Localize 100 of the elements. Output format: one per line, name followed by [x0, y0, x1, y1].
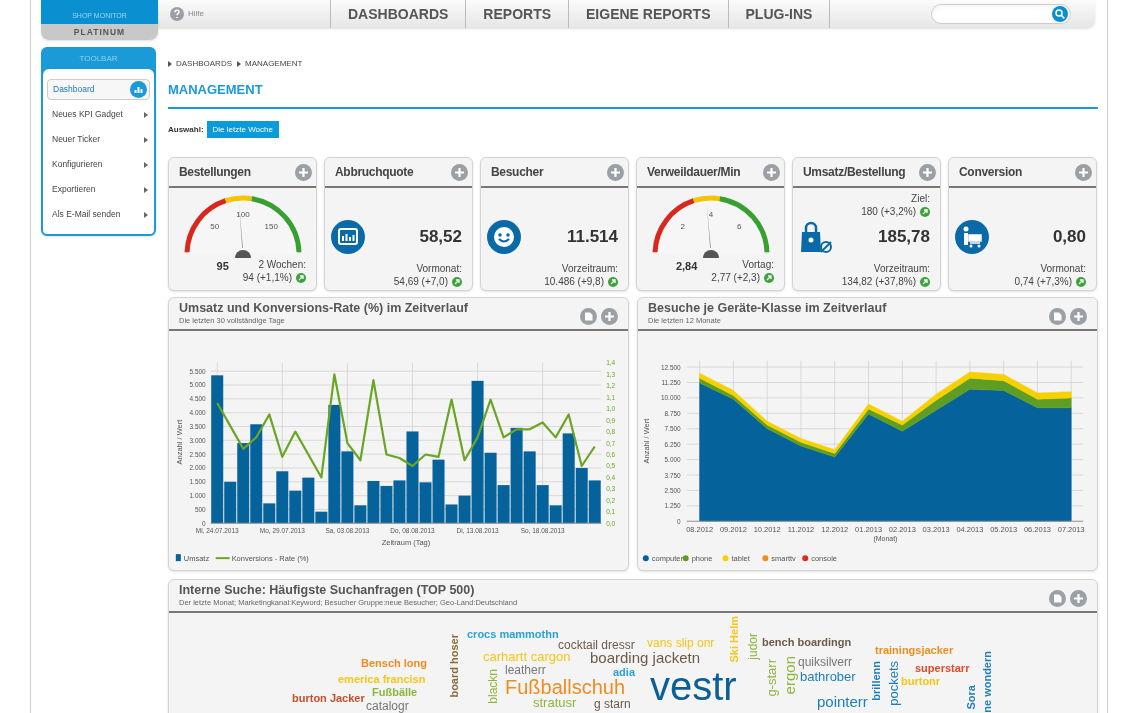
kpi-value: 185,78 — [878, 226, 930, 249]
breadcrumb-link[interactable]: DASHBOARDS — [176, 58, 232, 70]
gauge-tick-label: 6 — [736, 221, 741, 231]
filter-button[interactable]: Die letzte Woche — [206, 121, 279, 138]
kpi-value: 95 — [216, 259, 229, 274]
cloud-word[interactable]: adia — [613, 667, 635, 678]
caret-icon — [168, 61, 172, 67]
trend-up-icon — [920, 276, 930, 287]
cloud-word[interactable]: Bensch long — [361, 658, 427, 669]
cloud-word[interactable]: bench boardingn — [762, 637, 852, 648]
kpi-title: Bestellungen — [179, 164, 251, 181]
search-icon[interactable] — [1052, 6, 1068, 22]
compare-value: 94 (+1,1%) — [242, 271, 292, 284]
kpi-title: Conversion — [959, 164, 1022, 181]
page-icon[interactable] — [580, 308, 597, 325]
legend-marker — [682, 555, 689, 562]
card-title: Umsatz und Konversions-Rate (%) im Zeitverlauf — [179, 302, 468, 315]
nav-tab[interactable]: EIGENE REPORTS — [569, 0, 729, 28]
cloud-word[interactable]: g-starr — [765, 659, 778, 697]
logo-edition: PLATINUM — [73, 27, 126, 36]
goal-label: Ziel: — [911, 192, 930, 205]
cloud-word[interactable]: bathrober — [800, 670, 856, 683]
cloud-word[interactable]: boarding jacketn — [590, 650, 701, 665]
nav-tab[interactable]: DASHBOARDS — [331, 0, 467, 28]
legend-marker — [762, 555, 769, 562]
add-icon[interactable] — [1070, 590, 1087, 607]
cloud-word[interactable]: crocs mammothn — [467, 629, 559, 640]
compare-value: 134,82 (+37,8%) — [841, 275, 916, 288]
bar-chart-icon — [331, 220, 365, 254]
add-icon[interactable] — [1070, 308, 1087, 325]
kpi-title: Besucher — [491, 164, 544, 181]
help-icon[interactable] — [170, 7, 184, 21]
cloud-word[interactable]: pointerr — [817, 694, 868, 709]
cloud-word[interactable]: board hoser — [449, 634, 460, 698]
cloud-word[interactable]: vestr — [650, 666, 737, 706]
trend-up-icon — [920, 206, 930, 217]
cloud-word[interactable]: ergon — [782, 656, 797, 695]
toolbar-title: TOOLBAR — [78, 53, 119, 65]
toolbar-item[interactable]: Dashboard — [47, 79, 150, 100]
submenu-arrow-icon — [144, 136, 148, 143]
add-icon[interactable] — [295, 163, 312, 181]
cloud-word[interactable]: cocktail dressr — [558, 639, 635, 651]
cloud-word[interactable]: ne wondern — [982, 651, 993, 713]
kpi-title: Umsatz/Bestellung — [803, 164, 906, 181]
help-link[interactable]: Hilfe — [188, 8, 204, 20]
trend-up-icon — [296, 272, 306, 283]
filter-label: Auswahl: — [168, 123, 204, 136]
shopping-bag-icon — [799, 220, 833, 254]
trend-up-icon — [764, 272, 774, 283]
gauge-tick-label: 50 — [209, 221, 219, 231]
add-icon[interactable] — [763, 163, 780, 181]
breadcrumb-link[interactable]: MANAGEMENT — [245, 58, 303, 70]
cloud-word[interactable]: stratusr — [533, 696, 577, 709]
cloud-word[interactable]: pockets — [887, 661, 900, 706]
cloud-word[interactable]: burton Jacker — [292, 693, 365, 704]
caret-icon — [237, 61, 241, 67]
toolbar-item[interactable]: Als E-Mail senden — [47, 204, 150, 225]
cloud-word[interactable]: trainingsjacker — [875, 645, 954, 656]
submenu-arrow-icon — [144, 186, 148, 193]
page-icon[interactable] — [1049, 590, 1066, 607]
add-icon[interactable] — [451, 163, 468, 181]
search-field[interactable] — [931, 4, 1071, 24]
page-title: MANAGEMENT — [168, 81, 264, 98]
nav-tab[interactable]: PLUG-INS — [728, 0, 831, 28]
toolbar-item[interactable]: Neuer Ticker — [47, 129, 150, 150]
compare-label: 2 Wochen: — [258, 258, 306, 271]
submenu-arrow-icon — [144, 111, 148, 118]
toolbar-item[interactable]: Neues KPI Gadget — [47, 104, 150, 125]
trend-up-icon — [608, 276, 618, 287]
kpi-value: 11.514 — [566, 226, 618, 249]
cloud-word[interactable]: judor — [747, 633, 759, 660]
cloud-word[interactable]: quiksilverr — [798, 656, 852, 668]
compare-label: Vortag: — [742, 258, 774, 271]
kpi-value: 58,52 — [419, 226, 462, 249]
toolbar-item[interactable]: Exportieren — [47, 179, 150, 200]
kpi-title: Abbruchquote — [335, 164, 414, 181]
legend-marker — [642, 555, 649, 562]
legend-marker — [802, 555, 809, 562]
cloud-word[interactable]: brillenn — [871, 661, 882, 701]
nav-tab[interactable]: REPORTS — [466, 0, 570, 28]
add-icon[interactable] — [919, 163, 936, 181]
cloud-word[interactable]: leatherr — [505, 664, 546, 676]
cloud-word[interactable]: blackn — [487, 669, 499, 704]
cloud-word[interactable]: Sora — [966, 685, 977, 710]
add-icon[interactable] — [607, 163, 624, 181]
cloud-word[interactable]: Fußballschuh — [505, 677, 626, 697]
cloud-word[interactable]: catalogr — [366, 700, 409, 712]
page-icon[interactable] — [1049, 308, 1066, 325]
bar — [588, 480, 601, 524]
cloud-word[interactable]: Fußbälle — [372, 687, 418, 698]
compare-label: Vormonat: — [416, 262, 462, 275]
smiley-icon — [487, 220, 521, 254]
add-icon[interactable] — [1075, 163, 1092, 181]
compare-value: 0,74 (+7,3%) — [1014, 275, 1072, 288]
cloud-word[interactable]: superstarr — [915, 663, 970, 674]
compare-value: 2,77 (+2,3) — [711, 271, 760, 284]
toolbar-item[interactable]: Konfigurieren — [47, 154, 150, 175]
gauge-tick-label: 4 — [708, 210, 713, 219]
add-icon[interactable] — [601, 308, 618, 325]
cloud-word[interactable]: g starn — [594, 698, 631, 710]
